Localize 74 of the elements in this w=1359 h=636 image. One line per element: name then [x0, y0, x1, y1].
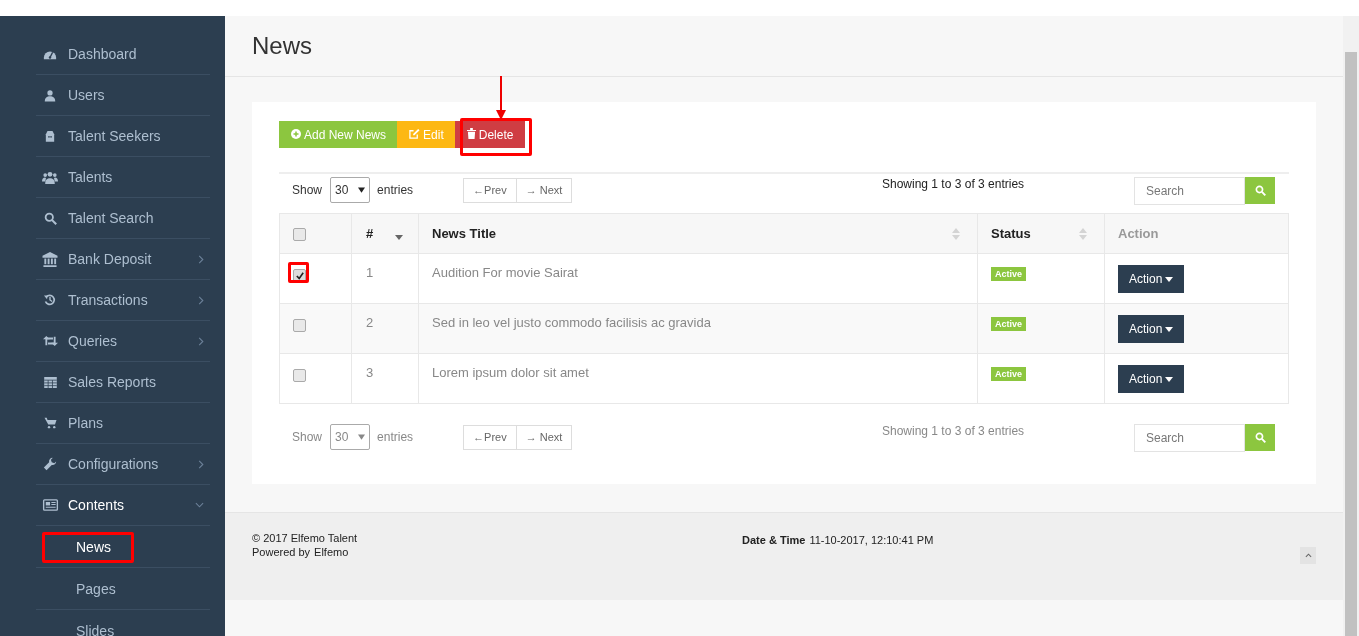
entries-label: entries: [377, 430, 414, 444]
column-header: Action: [1118, 226, 1159, 241]
page-size-select[interactable]: 30: [330, 177, 371, 203]
show-label: Show: [292, 183, 323, 197]
entries-label: entries: [377, 183, 414, 197]
caret-icon: [1165, 376, 1174, 382]
caret-icon: [358, 187, 366, 193]
column-header: News Title: [432, 226, 497, 241]
sidebar-item[interactable]: Queries: [36, 321, 210, 362]
row-number: 2: [366, 315, 374, 330]
edit-icon: [409, 127, 421, 142]
caret-icon: [1165, 276, 1174, 282]
news-title: Sed in leo vel justo commodo facilisis ac gravida: [432, 315, 711, 330]
entries-info: Showing 1 to 3 of 3 entries: [882, 424, 1026, 438]
sidebar-item[interactable]: Talent Search: [36, 198, 210, 239]
elfemo-link[interactable]: Elfemo: [314, 546, 349, 558]
trash-icon: [466, 127, 476, 142]
news-title: Lorem ipsum dolor sit amet: [432, 365, 589, 380]
column-header: #: [366, 226, 374, 241]
action-button[interactable]: Action: [1118, 315, 1185, 343]
chevron-up-icon: [1304, 553, 1312, 558]
checkbox[interactable]: [293, 228, 306, 242]
page-title: News: [252, 32, 312, 60]
search-button[interactable]: [1245, 177, 1275, 204]
plus-circle-icon: [291, 127, 301, 142]
copyright-text: © 2017 Elfemo Talent: [252, 532, 359, 544]
sidebar-item[interactable]: Transactions: [36, 280, 210, 321]
sort-icon[interactable]: [952, 227, 960, 240]
powered-by-text: Powered by: [252, 546, 311, 558]
prev-button[interactable]: ←Prev: [463, 177, 517, 203]
sidebar-item[interactable]: Talents: [36, 157, 210, 198]
prev-button[interactable]: ←Prev: [463, 424, 517, 450]
page-size-select[interactable]: 30: [330, 424, 371, 450]
submenu-item[interactable]: Pages: [76, 580, 116, 597]
action-button[interactable]: Action: [1118, 365, 1185, 393]
sort-icon[interactable]: [1079, 227, 1087, 240]
entries-info: Showing 1 to 3 of 3 entries: [882, 177, 1026, 191]
scrollbar[interactable]: [1343, 16, 1359, 636]
sidebar-item[interactable]: Dashboard: [36, 34, 210, 75]
sidebar-item[interactable]: Plans: [36, 403, 210, 444]
checkbox[interactable]: [293, 319, 306, 333]
datetime-label: Date & Time: [742, 534, 806, 546]
search-field[interactable]: Search: [1134, 177, 1245, 205]
next-button[interactable]: → Next: [516, 424, 573, 450]
sidebar-item[interactable]: Configurations: [36, 444, 210, 485]
annotation-arrow: [495, 76, 506, 120]
next-button[interactable]: → Next: [516, 177, 573, 203]
submenu-item[interactable]: News: [76, 538, 111, 555]
caret-icon: [358, 434, 366, 440]
status-badge: Active: [991, 267, 1026, 281]
search-field[interactable]: Search: [1134, 424, 1245, 452]
row-number: 1: [366, 265, 374, 280]
submenu-item[interactable]: Slides: [76, 622, 115, 636]
search-icon: [1254, 185, 1266, 196]
show-label: Show: [292, 430, 323, 444]
status-badge: Active: [991, 317, 1026, 331]
row-number: 3: [366, 365, 374, 380]
datetime-value: 11-10-2017, 12:10:41 PM: [809, 534, 934, 546]
news-title: Audition For movie Sairat: [432, 265, 578, 280]
delete-button[interactable]: Delete: [454, 121, 526, 148]
action-button[interactable]: Action: [1118, 265, 1185, 293]
search-button[interactable]: [1245, 424, 1275, 451]
scroll-top-button[interactable]: [1300, 547, 1316, 564]
sidebar-item[interactable]: Sales Reports: [36, 362, 210, 403]
sidebar-item[interactable]: Users: [36, 75, 210, 116]
sidebar-item[interactable]: Contents: [36, 485, 210, 526]
sidebar-item[interactable]: Bank Deposit: [36, 239, 210, 280]
sidebar-item[interactable]: Talent Seekers: [36, 116, 210, 157]
column-header: Status: [991, 226, 1031, 241]
search-icon: [1254, 432, 1266, 443]
sort-down-icon[interactable]: [395, 235, 403, 240]
checkbox[interactable]: [293, 369, 306, 383]
status-badge: Active: [991, 367, 1026, 381]
caret-icon: [1165, 326, 1174, 332]
